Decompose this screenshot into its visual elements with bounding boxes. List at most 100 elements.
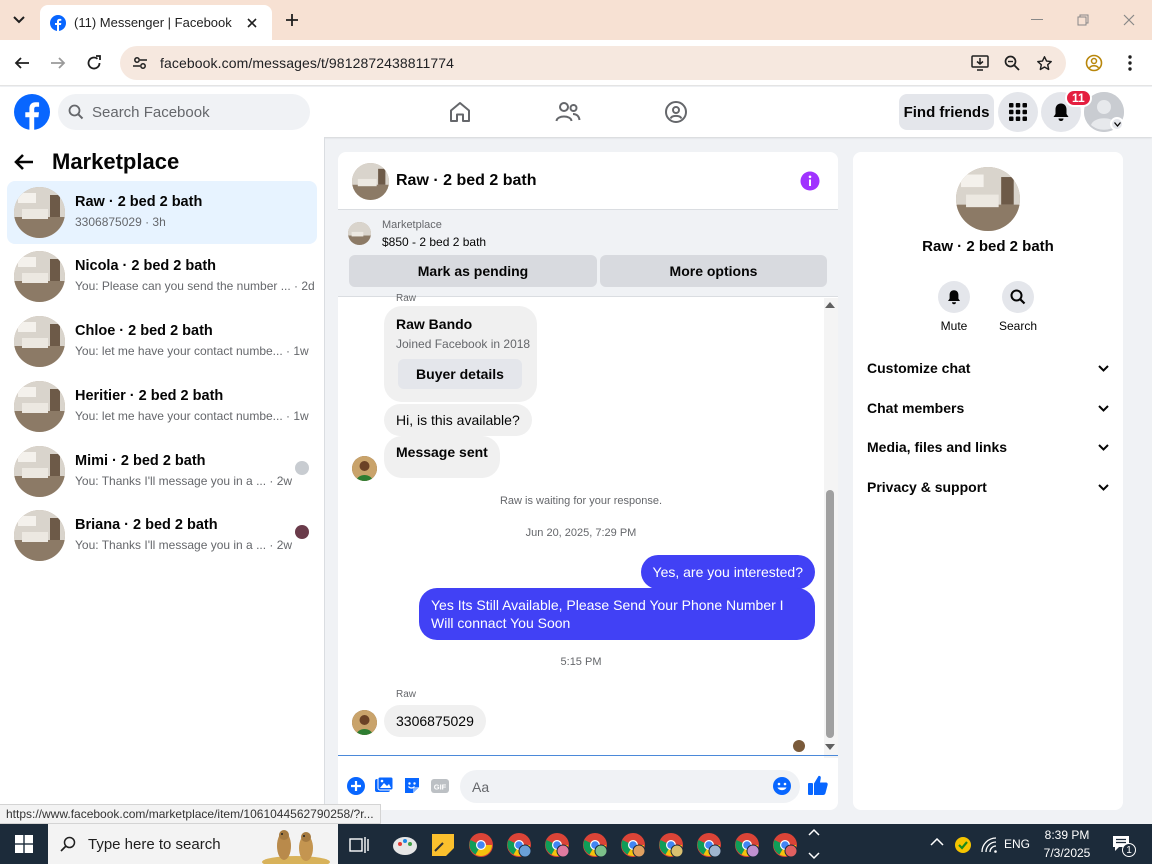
listing-price[interactable]: $850 - 2 bed 2 bath bbox=[382, 235, 486, 249]
gif-icon[interactable]: GIF bbox=[430, 776, 450, 796]
close-tab-icon[interactable] bbox=[242, 13, 262, 33]
minimize-window-button[interactable] bbox=[1024, 8, 1050, 32]
taskbar-search-box[interactable]: Type here to search bbox=[48, 824, 338, 864]
kebab-menu-icon[interactable] bbox=[1118, 51, 1142, 75]
sticker-icon[interactable] bbox=[402, 776, 422, 796]
windows-start-icon[interactable] bbox=[0, 824, 48, 864]
chrome-icon[interactable] bbox=[466, 830, 496, 860]
conversation-item-heritier[interactable]: Heritier · 2 bed 2 bath You: let me have… bbox=[7, 375, 317, 438]
scroll-down-arrow-icon[interactable] bbox=[825, 744, 835, 750]
menu-grid-icon[interactable] bbox=[998, 92, 1038, 132]
site-settings-icon[interactable] bbox=[132, 55, 148, 71]
search-icon bbox=[1002, 281, 1034, 313]
section-label: Customize chat bbox=[867, 360, 971, 376]
browser-tab-messenger[interactable]: (11) Messenger | Facebook bbox=[40, 5, 272, 40]
home-icon[interactable] bbox=[446, 98, 474, 126]
buyer-name: Raw Bando bbox=[396, 316, 473, 332]
close-window-button[interactable] bbox=[1116, 8, 1142, 32]
facebook-search-box[interactable] bbox=[58, 94, 310, 130]
zoom-icon[interactable] bbox=[1000, 51, 1024, 75]
scroll-up-arrow-icon[interactable] bbox=[825, 302, 835, 308]
input-language[interactable]: ENG bbox=[1004, 837, 1030, 851]
mark-as-pending-button[interactable]: Mark as pending bbox=[349, 255, 597, 287]
forward-arrow-icon[interactable] bbox=[44, 49, 72, 77]
chrome-profile-icon[interactable] bbox=[694, 830, 724, 860]
search-input[interactable] bbox=[92, 103, 292, 121]
find-friends-button[interactable]: Find friends bbox=[899, 94, 994, 130]
conversation-snippet: 3306875029 · 3h bbox=[75, 215, 166, 229]
listing-thumbnail[interactable] bbox=[348, 222, 371, 245]
profile-icon[interactable] bbox=[1082, 51, 1106, 75]
back-arrow-icon[interactable] bbox=[14, 153, 34, 171]
message-bubble-incoming[interactable]: 3306875029 bbox=[384, 705, 486, 737]
task-view-icon[interactable] bbox=[344, 830, 374, 860]
message-bubble-outgoing[interactable]: Yes Its Still Available, Please Send You… bbox=[419, 588, 815, 640]
message-bubble-incoming[interactable]: Hi, is this available? bbox=[384, 404, 532, 436]
show-hidden-icons-chevron-icon[interactable] bbox=[930, 838, 944, 846]
link-status-bar: https://www.facebook.com/marketplace/ite… bbox=[0, 804, 381, 824]
mute-button[interactable]: Mute bbox=[922, 281, 986, 333]
paint-app-icon[interactable] bbox=[390, 830, 420, 860]
install-app-icon[interactable] bbox=[968, 51, 992, 75]
marketplace-listing-bar: Marketplace $850 - 2 bed 2 bath Mark as … bbox=[338, 210, 838, 297]
message-bubble-outgoing[interactable]: Yes, are you interested? bbox=[640, 555, 815, 589]
thumbs-up-icon[interactable] bbox=[807, 774, 828, 795]
reload-icon[interactable] bbox=[80, 49, 108, 77]
sticky-notes-icon[interactable] bbox=[428, 830, 458, 860]
chat-listing-avatar[interactable] bbox=[352, 163, 389, 200]
account-chevron-down-icon[interactable] bbox=[1110, 117, 1124, 131]
bookmark-star-icon[interactable] bbox=[1032, 51, 1056, 75]
search-in-conversation-button[interactable]: Search bbox=[986, 281, 1050, 333]
address-bar[interactable]: facebook.com/messages/t/9812872438811774 bbox=[120, 46, 1066, 80]
chrome-profile-icon[interactable] bbox=[770, 830, 800, 860]
message-timestamp: Jun 20, 2025, 7:29 PM bbox=[525, 527, 637, 539]
conversation-item-briana[interactable]: Briana · 2 bed 2 bath You: Thanks I'll m… bbox=[7, 504, 317, 567]
back-arrow-icon[interactable] bbox=[8, 49, 36, 77]
chrome-profile-icon[interactable] bbox=[618, 830, 648, 860]
emoji-icon[interactable] bbox=[772, 776, 792, 796]
groups-icon[interactable] bbox=[662, 98, 690, 126]
url-text[interactable]: facebook.com/messages/t/9812872438811774 bbox=[160, 55, 454, 71]
photo-icon[interactable] bbox=[374, 776, 394, 796]
message-input[interactable] bbox=[472, 778, 762, 795]
conversation-item-chloe[interactable]: Chloe · 2 bed 2 bath You: let me have yo… bbox=[7, 310, 317, 373]
sidebar-header: Marketplace bbox=[14, 149, 179, 175]
scrollbar-thumb[interactable] bbox=[826, 490, 834, 738]
media-files-links-section[interactable]: Media, files and links bbox=[867, 432, 1109, 462]
conversation-item-raw[interactable]: Raw · 2 bed 2 bath 3306875029 · 3h bbox=[7, 181, 317, 244]
plus-circle-icon[interactable] bbox=[346, 776, 366, 796]
conversation-item-nicola[interactable]: Nicola · 2 bed 2 bath You: Please can yo… bbox=[7, 245, 317, 308]
sender-avatar[interactable] bbox=[352, 456, 377, 481]
facebook-logo-icon[interactable] bbox=[14, 94, 50, 130]
facebook-header: Find friends bbox=[0, 87, 1152, 137]
new-tab-button[interactable] bbox=[280, 8, 304, 32]
chrome-profile-icon[interactable] bbox=[580, 830, 610, 860]
chat-panel: Raw · 2 bed 2 bath Marketplace $850 - 2 … bbox=[338, 152, 838, 810]
message-input-box[interactable] bbox=[460, 770, 800, 803]
wifi-icon[interactable] bbox=[980, 837, 998, 853]
norton-security-icon[interactable] bbox=[954, 836, 972, 854]
sender-avatar[interactable] bbox=[352, 710, 377, 735]
friends-icon[interactable] bbox=[554, 98, 582, 126]
message-bubble-incoming[interactable]: Message sent bbox=[384, 436, 500, 478]
restore-window-button[interactable] bbox=[1070, 8, 1096, 32]
read-receipt-avatar bbox=[793, 740, 805, 752]
chat-members-section[interactable]: Chat members bbox=[867, 393, 1109, 423]
taskbar-scroll-down-icon[interactable] bbox=[808, 852, 820, 860]
chrome-profile-icon[interactable] bbox=[732, 830, 762, 860]
taskbar-scroll-up-icon[interactable] bbox=[808, 828, 820, 836]
conversation-item-mimi[interactable]: Mimi · 2 bed 2 bath You: Thanks I'll mes… bbox=[7, 440, 317, 503]
chrome-profile-icon[interactable] bbox=[656, 830, 686, 860]
clock-date[interactable]: 7/3/2025 bbox=[1040, 846, 1094, 860]
info-icon[interactable] bbox=[800, 171, 820, 191]
buyer-details-button[interactable]: Buyer details bbox=[398, 359, 522, 389]
customize-chat-section[interactable]: Customize chat bbox=[867, 353, 1109, 383]
listing-avatar-large[interactable] bbox=[956, 167, 1020, 231]
more-options-button[interactable]: More options bbox=[600, 255, 827, 287]
chrome-profile-icon[interactable] bbox=[504, 830, 534, 860]
privacy-support-section[interactable]: Privacy & support bbox=[867, 472, 1109, 502]
tab-search-button[interactable] bbox=[6, 7, 32, 33]
chat-title[interactable]: Raw · 2 bed 2 bath bbox=[396, 172, 536, 190]
clock-time[interactable]: 8:39 PM bbox=[1044, 828, 1090, 842]
chrome-profile-icon[interactable] bbox=[542, 830, 572, 860]
